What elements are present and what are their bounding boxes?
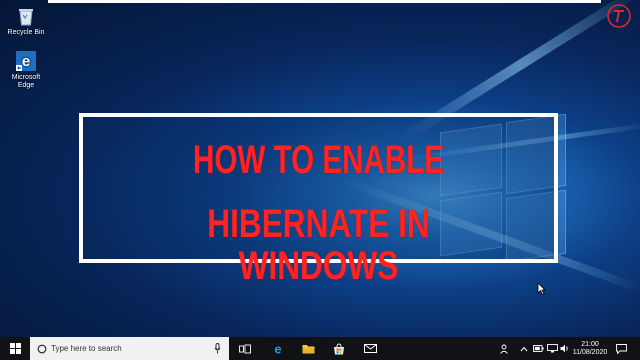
desktop-icon-label: Recycle Bin [7,29,45,36]
clock[interactable]: 21:00 11/08/2020 [571,337,609,360]
store-icon [334,342,344,354]
mouse-cursor-icon [537,282,546,300]
people-button[interactable] [498,337,512,360]
desktop-icon-label: Microsoft Edge [11,74,41,89]
action-center-button[interactable] [612,337,630,360]
task-view-button[interactable] [234,337,256,360]
volume-button[interactable] [559,337,571,360]
title-line-1: HOW TO ENABLE [192,138,445,182]
file-explorer-icon [302,345,314,354]
network-button[interactable] [546,337,559,360]
search-box[interactable]: Type here to search [30,337,229,360]
recycle-bin-icon [15,5,37,27]
people-icon [500,344,508,354]
battery-icon [533,345,544,352]
clock-time: 21:00 [581,340,599,348]
desktop-icon-edge[interactable]: e Microsoft Edge [0,50,56,90]
taskbar-edge-button[interactable]: e [266,337,290,360]
search-placeholder: Type here to search [51,344,122,353]
task-view-icon [239,344,251,353]
taskbar-store-button[interactable] [327,337,351,360]
channel-logo [606,3,632,29]
edge-icon: e [15,50,37,72]
top-border [48,0,601,3]
notification-icon [615,343,627,354]
taskbar-mail-button[interactable] [358,337,382,360]
volume-icon [560,344,568,353]
power-status-button[interactable] [532,337,545,360]
desktop: Recycle Bin e Microsoft Edge HOW TO ENAB… [0,0,640,337]
mail-icon [363,344,377,353]
clock-date: 11/08/2020 [572,348,608,356]
windows-logo-icon [9,343,21,354]
edge-icon: e [274,343,281,355]
svg-text:e: e [274,343,281,355]
title-box: HOW TO ENABLE HIBERNATE IN WINDOWS [79,113,558,287]
taskbar-file-explorer-button[interactable] [296,337,320,360]
microphone-icon[interactable] [214,343,221,354]
search-icon [37,344,47,353]
svg-text:e: e [22,53,30,70]
start-button[interactable] [0,337,30,360]
title-line-2: HIBERNATE IN WINDOWS [207,202,430,288]
chevron-up-icon [520,346,528,351]
show-hidden-icons-button[interactable] [518,337,530,360]
network-icon [547,344,558,353]
desktop-icon-recycle-bin[interactable]: Recycle Bin [0,5,56,37]
taskbar: Type here to search e 21:00 11/08/2020 [0,337,640,360]
